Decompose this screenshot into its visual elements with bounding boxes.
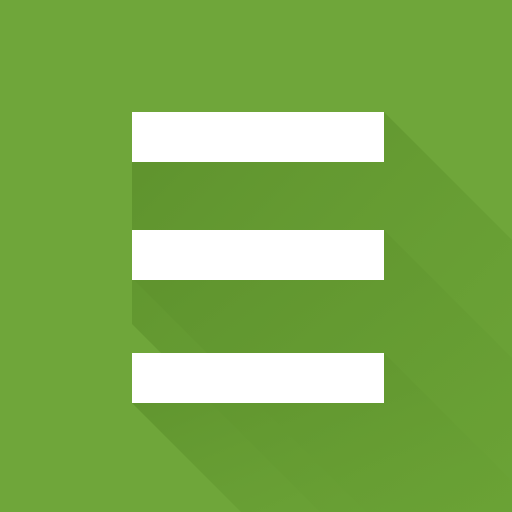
menu-bar-bottom (132, 353, 384, 403)
menu-bar-top (132, 112, 384, 162)
app-icon[interactable] (0, 0, 512, 512)
menu-bars (132, 112, 384, 403)
hamburger-menu-icon (0, 0, 512, 512)
menu-bar-middle (132, 230, 384, 280)
